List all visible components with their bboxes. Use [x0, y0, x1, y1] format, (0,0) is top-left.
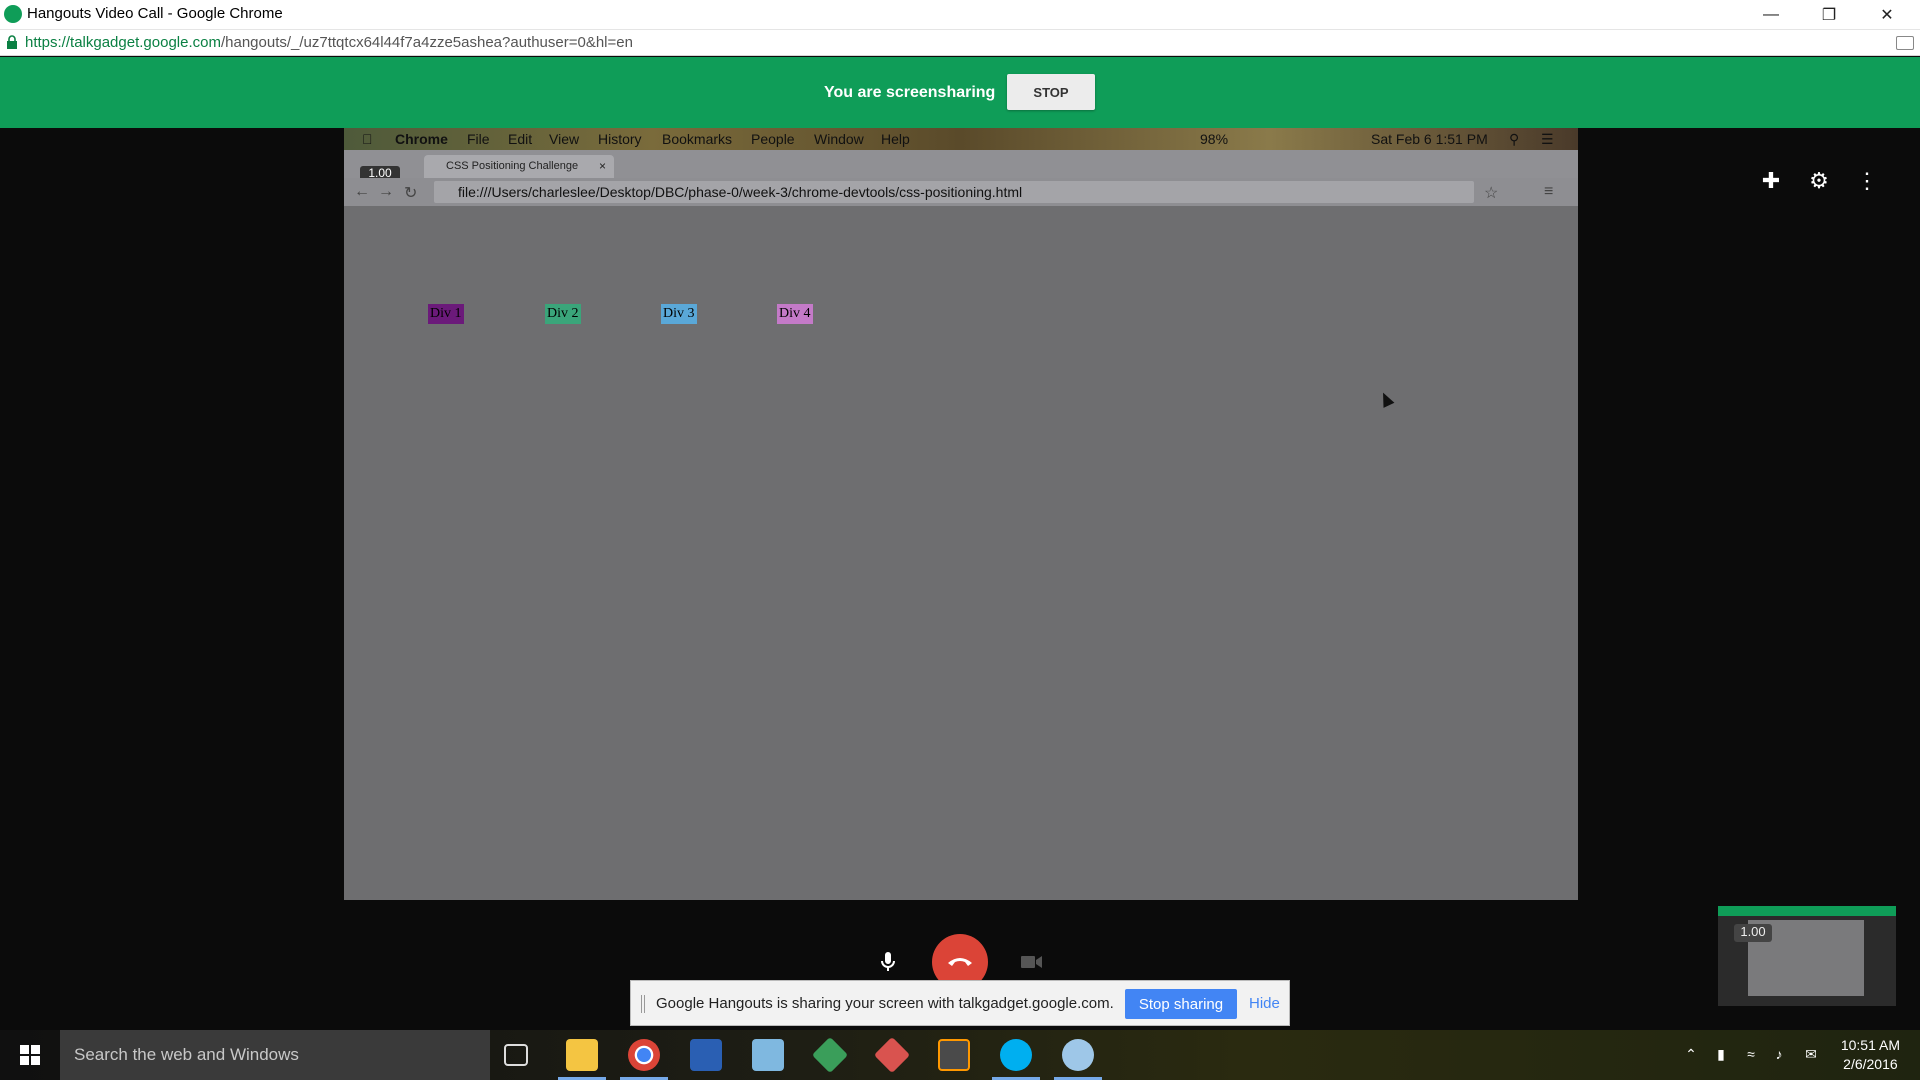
menu-item: Edit [508, 131, 533, 147]
menu-item: Bookmarks [662, 131, 733, 147]
thumbnail-banner [1718, 906, 1896, 916]
drag-handle-icon[interactable] [641, 995, 645, 1013]
clock-date: 2/6/2016 [1843, 1056, 1898, 1072]
paint-icon[interactable] [1054, 1039, 1102, 1080]
tab-close-icon: × [598, 159, 606, 173]
restore-icon[interactable]: ❐ [1800, 0, 1858, 29]
mac-address-bar: ← → ↻ file:///Users/charleslee/Desktop/D… [344, 178, 1578, 206]
notepad-icon[interactable] [752, 1039, 784, 1071]
shared-url: file:///Users/charleslee/Desktop/DBC/pha… [458, 184, 1023, 200]
action-center-icon[interactable]: ✉ [1802, 1046, 1820, 1064]
chrome-menu-icon: ≡ [1544, 183, 1554, 200]
shared-screen-view:  Chrome File Edit View History Bookmark… [344, 128, 1578, 900]
git-bash-icon[interactable] [873, 1036, 911, 1074]
div-1-box: Div 1 [428, 304, 464, 324]
windows-logo-icon [20, 1045, 40, 1065]
mouse-cursor-icon [1377, 390, 1395, 408]
screensharing-message: You are screensharing [824, 84, 996, 101]
phone-hangup-icon [948, 958, 972, 966]
thumbnail-zoom-badge: 1.00 [1734, 924, 1772, 942]
lock-icon [7, 35, 17, 49]
git-gui-icon[interactable] [811, 1036, 849, 1074]
menu-item: View [549, 131, 580, 147]
share-notice-message: Google Hangouts is sharing your screen w… [656, 995, 1114, 1012]
chevron-up-icon[interactable]: ⌃ [1682, 1046, 1700, 1064]
microphone-icon [881, 952, 895, 971]
menu-item: History [598, 131, 642, 147]
browser-tab: CSS Positioning Challenge × [424, 155, 614, 178]
skype-icon[interactable] [992, 1039, 1040, 1080]
mac-menu-bar:  Chrome File Edit View History Bookmark… [344, 128, 1578, 150]
clock-time: 10:51 AM [1840, 1037, 1900, 1053]
spotlight-icon: ⚲ [1509, 131, 1520, 147]
window-title: Hangouts Video Call - Google Chrome [27, 5, 283, 22]
address-bar[interactable]: https://talkgadget.google.com/hangouts/_… [0, 29, 1920, 56]
screen-share-notification: Google Hangouts is sharing your screen w… [630, 980, 1290, 1026]
settings-gear-icon[interactable]: ⚙ [1806, 168, 1832, 194]
windows-taskbar: Search the web and Windows ⌃ ▮ ≈ ♪ ✉ 10:… [0, 1030, 1920, 1080]
more-options-icon[interactable]: ⋮ [1854, 168, 1880, 194]
camera-icon [1021, 956, 1042, 968]
div-4-box: Div 4 [777, 304, 813, 324]
div-3-box: Div 3 [661, 304, 697, 324]
file-explorer-icon[interactable] [558, 1039, 606, 1080]
close-icon[interactable]: ✕ [1858, 0, 1916, 29]
chrome-icon[interactable] [620, 1039, 668, 1080]
mac-tab-strip: 1.00 CSS Positioning Challenge × [344, 150, 1578, 182]
mac-clock: Sat Feb 6 1:51 PM [1371, 131, 1488, 147]
menu-item: People [751, 131, 795, 147]
back-icon: ← [354, 183, 370, 200]
taskbar-search-box[interactable]: Search the web and Windows [60, 1030, 490, 1080]
battery-icon[interactable]: ▮ [1712, 1046, 1730, 1064]
battery-percent: 98% [1200, 131, 1229, 147]
reload-icon: ↻ [404, 185, 418, 202]
powershell-icon[interactable] [690, 1039, 722, 1071]
tab-title: CSS Positioning Challenge [446, 160, 579, 172]
self-view-thumbnail[interactable]: 1.00 [1718, 906, 1896, 1006]
star-icon: ☆ [1484, 185, 1499, 202]
hide-link[interactable]: Hide [1249, 995, 1280, 1012]
div-2-box: Div 2 [545, 304, 581, 324]
window-title-bar: Hangouts Video Call - Google Chrome — ❐ … [0, 0, 1920, 29]
menu-item: Chrome [395, 131, 448, 147]
stop-sharing-button[interactable]: Stop sharing [1125, 989, 1237, 1019]
cast-icon[interactable] [1896, 36, 1914, 50]
search-placeholder: Search the web and Windows [74, 1045, 299, 1064]
menu-item: File [467, 131, 490, 147]
taskbar-clock[interactable]: 10:51 AM 2/6/2016 [1841, 1036, 1900, 1074]
notification-list-icon: ☰ [1541, 131, 1554, 147]
apple-icon:  [362, 131, 373, 147]
minimize-icon[interactable]: — [1742, 0, 1800, 29]
volume-icon[interactable]: ♪ [1770, 1046, 1788, 1064]
start-button[interactable] [0, 1030, 60, 1080]
sublime-text-icon[interactable] [938, 1039, 970, 1071]
task-view-icon[interactable] [504, 1044, 528, 1066]
hangouts-app-icon [4, 5, 22, 23]
stop-button[interactable]: STOP [1007, 74, 1095, 110]
add-person-icon[interactable]: ✚ [1758, 168, 1784, 194]
forward-icon: → [378, 183, 394, 200]
wifi-icon[interactable]: ≈ [1742, 1046, 1760, 1064]
url-text: https://talkgadget.google.com/hangouts/_… [25, 34, 633, 51]
screensharing-banner: You are screensharing STOP [0, 57, 1920, 128]
menu-item: Help [881, 131, 910, 147]
menu-item: Window [814, 131, 864, 147]
